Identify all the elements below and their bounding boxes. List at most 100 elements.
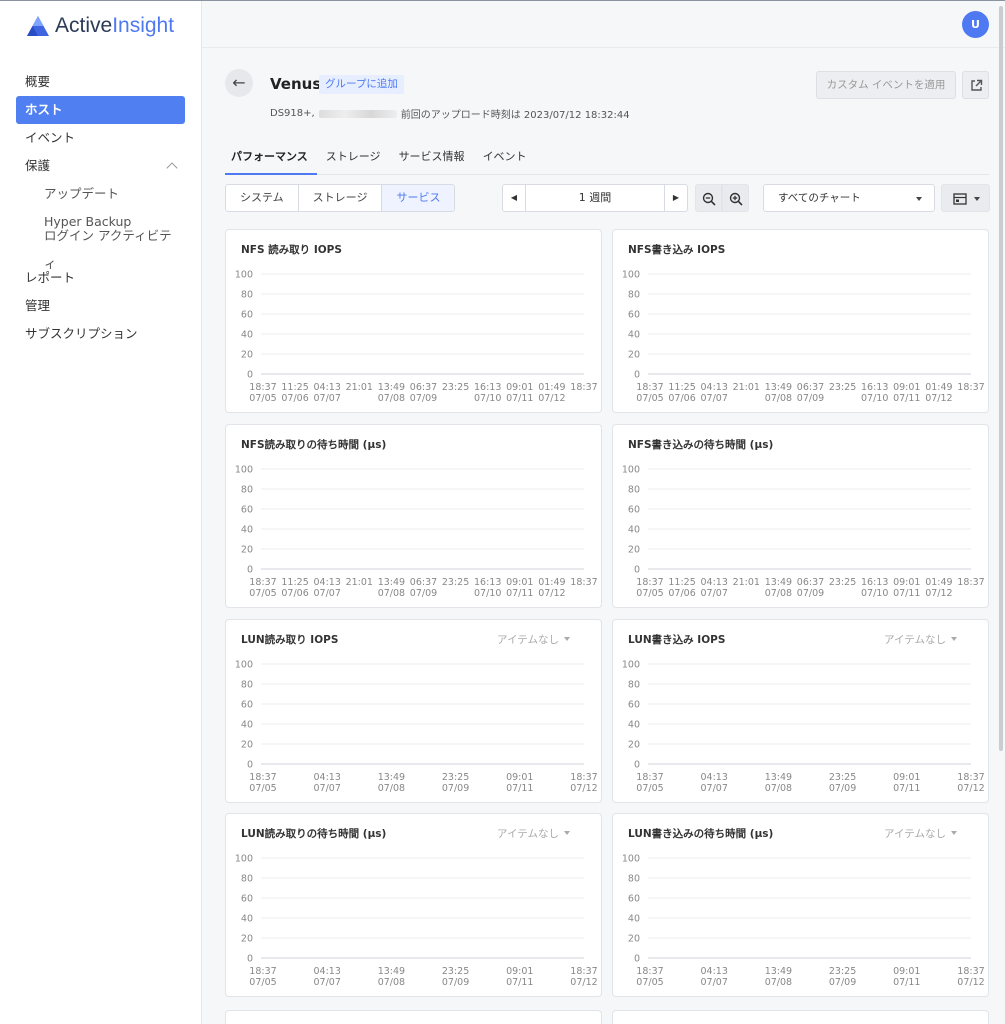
chart-card: LUN読み取り IOPS アイテムなし 100 80 60 40 20 0 18:37 07/05… [225,619,602,803]
layout-menu-button[interactable] [941,184,990,212]
x-tick-label: 07/07 [314,588,341,599]
x-tick-label: 13:49 [378,966,405,977]
chart-card-partial [225,1010,602,1024]
zoom-in-button[interactable] [722,184,749,212]
x-tick-label: 18:37 [249,382,276,393]
sidebar-item[interactable]: ホスト [16,96,185,124]
tab[interactable]: ストレージ [317,143,390,175]
sidebar-item[interactable]: サブスクリプション [16,320,185,348]
x-tick-label: 07/08 [765,393,792,404]
item-selector[interactable]: アイテムなし [497,826,559,841]
item-selector[interactable]: アイテムなし [884,632,946,647]
sidebar-item-label: 管理 [25,298,51,313]
x-tick-label: 11:25 [281,382,308,393]
chart-card: NFS読み取りの待ち時間 (µs) 100 80 60 40 20 0 18:37 07/05 1… [225,424,602,608]
x-tick-label: 07/12 [957,977,984,988]
layout-grid-icon [953,193,967,205]
y-tick-label: 100 [235,465,253,476]
chart-plot: 10080604020018:3707/0504:1307/0713:4907/… [622,660,985,795]
sidebar-item[interactable]: 保護 [16,152,185,180]
chart-title: NFS 読み取り IOPS [241,244,342,256]
open-external-button[interactable] [962,71,989,99]
sidebar-item[interactable]: ログイン アクティビティ [16,228,185,271]
x-tick-label: 18:37 [636,966,663,977]
apply-custom-event-button[interactable]: カスタム イベントを適用 [816,71,956,99]
user-avatar[interactable]: U [962,11,989,38]
x-tick-label: 13:49 [765,577,792,588]
x-tick-label: 07/11 [506,977,533,988]
x-tick-label: 07/06 [668,393,695,404]
x-tick-label: 07/07 [701,393,728,404]
time-range-value[interactable]: 1 週間 [526,185,664,211]
x-tick-label: 07/06 [281,588,308,599]
x-tick-label: 07/12 [957,783,984,794]
logo-accent: Insight [112,14,175,37]
zoom-out-icon [702,192,716,206]
arrow-left-icon: ← [232,73,246,92]
zoom-out-button[interactable] [695,184,722,212]
segment-button[interactable]: システム [226,185,299,211]
tab[interactable]: イベント [474,143,536,175]
x-tick-label: 23:25 [442,577,469,588]
y-tick-label: 20 [241,350,253,361]
caret-down-icon [916,197,922,201]
y-tick-label: 40 [628,525,640,536]
segment-button[interactable]: サービス [382,185,455,211]
back-button[interactable]: ← [225,69,253,97]
host-tabs: パフォーマンス ストレージ サービス情報 イベント [225,143,989,175]
x-tick-label: 11:25 [668,577,695,588]
x-tick-label: 07/11 [893,393,920,404]
item-selector[interactable]: アイテムなし [497,632,559,647]
range-next-button[interactable]: ▶ [664,185,687,211]
x-tick-label: 18:37 [249,772,276,783]
item-selector[interactable]: アイテムなし [884,826,946,841]
tab[interactable]: パフォーマンス [225,143,317,175]
tab[interactable]: サービス情報 [390,143,474,175]
y-tick-label: 20 [628,350,640,361]
page-scrollbar[interactable] [999,6,1003,751]
sidebar-item-label: ホスト [25,102,63,117]
x-tick-label: 04:13 [314,772,341,783]
x-tick-label: 07/09 [410,393,437,404]
x-tick-label: 07/11 [506,588,533,599]
logo-prefix: Active [55,14,113,37]
add-to-group-button[interactable]: グループに追加 [319,75,404,94]
y-tick-label: 0 [247,370,253,381]
x-tick-label: 04:13 [701,577,728,588]
segment-button[interactable]: ストレージ [299,185,383,211]
y-tick-label: 80 [241,290,253,301]
zoom-in-icon [729,192,743,206]
x-tick-label: 16:13 [474,577,501,588]
redacted-serial [318,109,397,118]
range-prev-button[interactable]: ◀ [503,185,526,211]
chart-title: NFS書き込みの待ち時間 (µs) [628,439,774,451]
x-tick-label: 23:25 [442,772,469,783]
x-tick-label: 07/12 [538,393,565,404]
x-tick-label: 23:25 [829,382,856,393]
y-tick-label: 20 [628,740,640,751]
app-logo[interactable]: ActiveInsight [26,13,174,39]
x-tick-label: 04:13 [314,966,341,977]
chevron-left-icon: ◀ [510,193,518,202]
sidebar-item[interactable]: 管理 [16,292,185,320]
sidebar-item[interactable]: 概要 [16,68,185,96]
y-tick-label: 80 [241,485,253,496]
sidebar-item[interactable]: アップデート [16,180,185,208]
x-tick-label: 18:37 [636,772,663,783]
x-tick-label: 07/11 [893,783,920,794]
x-tick-label: 09:01 [893,577,920,588]
window-top-border [0,0,1005,1]
y-tick-label: 60 [628,700,640,711]
chart-plot: 10080604020018:3707/0511:2507/0604:1307/… [235,465,598,600]
x-tick-label: 07/05 [249,977,276,988]
chart-card: NFS書き込みの待ち時間 (µs) 100 80 60 40 20 0 18:37 07/05 1… [612,424,989,608]
category-segmented-control: システム ストレージ サービス [225,184,456,212]
x-tick-label: 01:49 [538,577,565,588]
chart-card: NFS書き込み IOPS 100 80 60 40 20 0 18:37 07/05 11:25 0… [612,229,989,413]
sidebar-item[interactable]: イベント [16,124,185,152]
y-tick-label: 40 [241,914,253,925]
chart-filter-select[interactable]: すべてのチャート [763,184,935,212]
sidebar-item-label: レポート [25,270,76,285]
active-insight-logo-icon [27,16,49,36]
x-tick-label: 18:37 [957,966,984,977]
